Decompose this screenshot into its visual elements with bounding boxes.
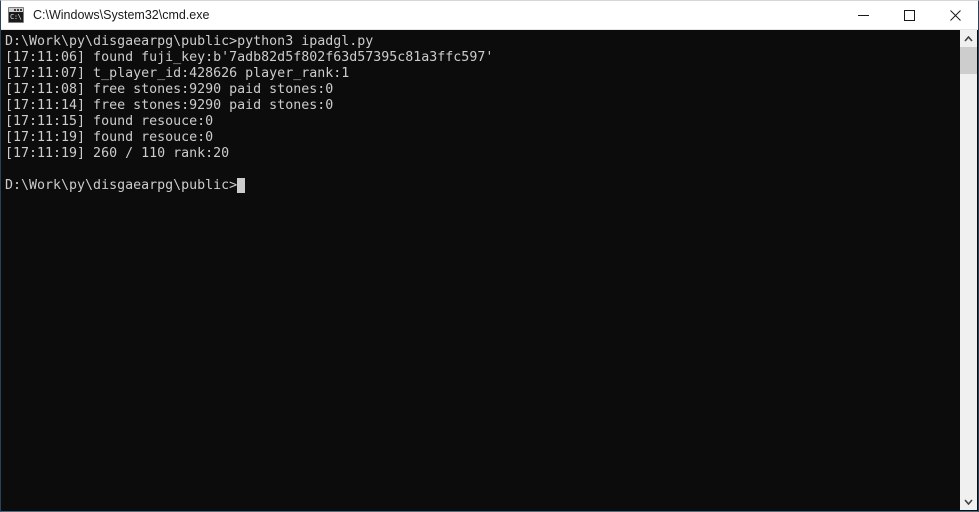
cmd-icon: C:\ [8,7,24,23]
chevron-up-icon [964,35,973,42]
minimize-button[interactable] [840,1,886,29]
console-line: D:\Work\py\disgaearpg\public>python3 ipa… [5,34,374,49]
cmd-window: C:\ C:\Windows\System32\cmd.exe D:\Work\… [0,0,979,512]
console-lines: D:\Work\py\disgaearpg\public>python3 ipa… [5,34,960,178]
vertical-scrollbar[interactable] [960,30,977,510]
console-line: [17:11:14] free stones:9290 paid stones:… [5,98,334,113]
close-icon [949,9,961,21]
command-prompt-line[interactable]: D:\Work\py\disgaearpg\public> [5,178,960,194]
window-title: C:\Windows\System32\cmd.exe [33,8,210,22]
prompt-path: D:\Work\py\disgaearpg\public> [5,178,238,193]
scroll-up-button[interactable] [960,30,977,47]
terminal-output-area[interactable]: D:\Work\py\disgaearpg\public>python3 ipa… [1,30,960,511]
scrollbar-thumb[interactable] [960,47,977,74]
close-button[interactable] [932,1,978,29]
window-controls [840,1,978,29]
console-line: [17:11:15] found resouce:0 [5,114,214,129]
scroll-down-button[interactable] [960,493,977,510]
console-line: [17:11:08] free stones:9290 paid stones:… [5,82,334,97]
console-line: [17:11:19] found resouce:0 [5,130,214,145]
cmd-icon-titlebar [9,8,23,12]
maximize-icon [903,9,915,21]
chevron-down-icon [964,498,973,505]
scrollbar-track[interactable] [960,47,977,493]
minimize-icon [857,14,869,16]
title-bar[interactable]: C:\ C:\Windows\System32\cmd.exe [1,1,978,30]
console-line: [17:11:07] t_player_id:428626 player_ran… [5,66,350,81]
text-cursor [237,178,246,193]
maximize-button[interactable] [886,1,932,29]
console-line: [17:11:06] found fuji_key:b'7adb82d5f802… [5,50,494,65]
console-line: [17:11:19] 260 / 110 rank:20 [5,146,230,161]
cmd-icon-label: C:\ [10,13,22,21]
title-bar-left: C:\ C:\Windows\System32\cmd.exe [1,1,840,29]
